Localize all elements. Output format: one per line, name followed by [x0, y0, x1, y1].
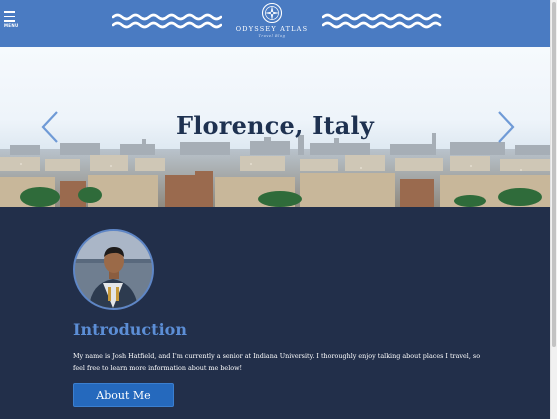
hero-banner: Florence, Italy: [0, 47, 550, 207]
intro-section: Introduction My name is Josh Hatfield, a…: [0, 207, 550, 419]
brand-name: ODYSSEY ATLAS: [235, 25, 309, 33]
wave-decoration-right-icon: [322, 13, 442, 29]
brand-tagline: Travel Blog: [258, 34, 286, 38]
chevron-left-icon[interactable]: [40, 110, 60, 144]
site-logo[interactable]: ODYSSEY ATLAS Travel Blog: [230, 2, 314, 46]
profile-photo: [75, 231, 152, 308]
chevron-right-icon[interactable]: [496, 110, 516, 144]
hamburger-icon-bar: [4, 15, 15, 17]
site-header: MENU ODYSSEY ATLAS Travel Blog: [0, 0, 550, 47]
hero-title: Florence, Italy: [175, 111, 375, 140]
avatar: [73, 229, 154, 310]
menu-button[interactable]: MENU: [4, 11, 20, 33]
about-me-button[interactable]: About Me: [73, 383, 174, 407]
hamburger-icon-bar: [4, 20, 15, 22]
menu-label: MENU: [4, 23, 19, 28]
intro-text: My name is Josh Hatfield, and I'm curren…: [73, 352, 481, 372]
compass-icon: [261, 2, 283, 24]
scrollbar-thumb[interactable]: [552, 2, 556, 347]
hamburger-icon: [4, 11, 15, 13]
wave-decoration-left-icon: [112, 13, 222, 29]
page-scrollbar[interactable]: [550, 0, 557, 419]
intro-heading: Introduction: [73, 320, 187, 339]
